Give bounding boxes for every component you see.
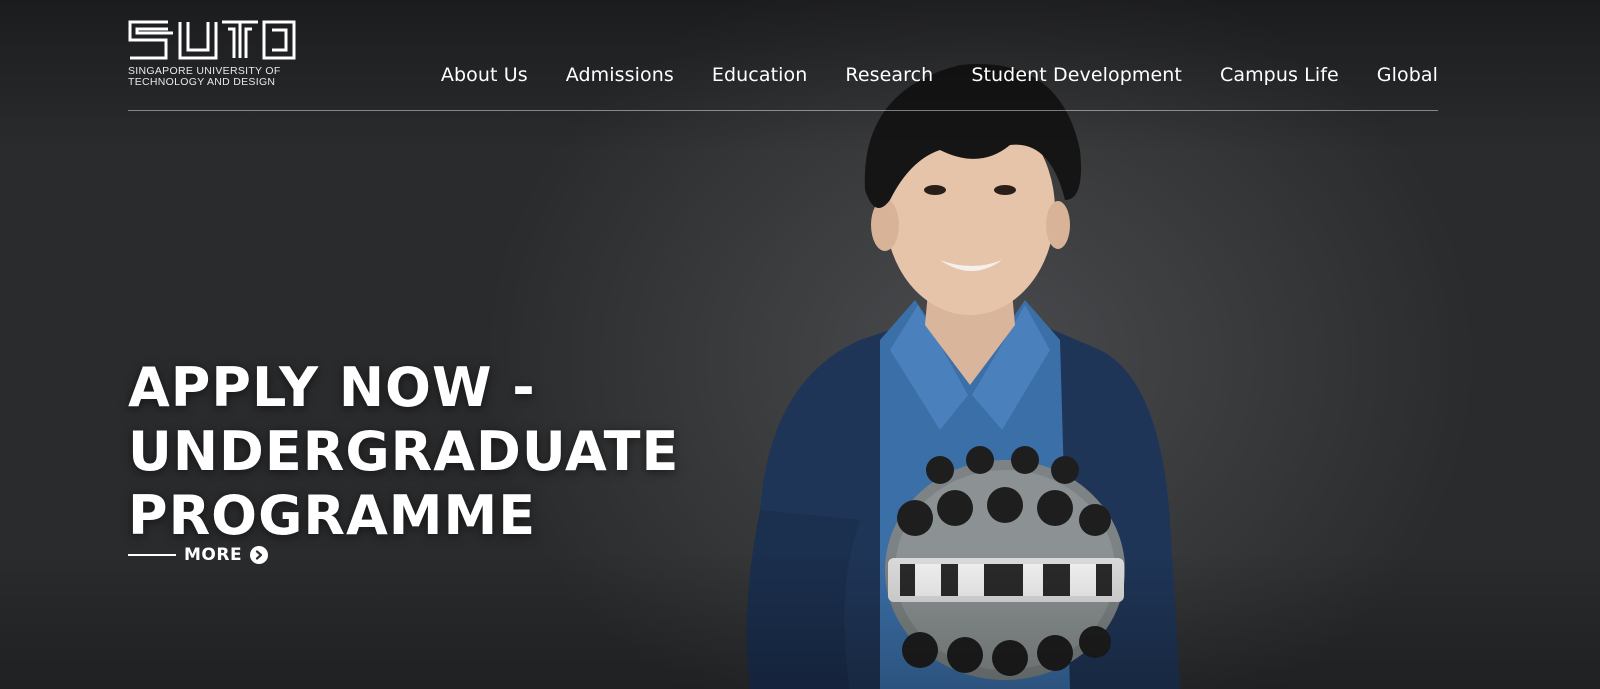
more-line	[128, 554, 176, 556]
hero-vignette	[0, 0, 1600, 689]
nav-item-about-us[interactable]: About Us	[441, 64, 528, 86]
headline-line-3: PROGRAMME	[128, 484, 537, 547]
sutd-logo[interactable]: SINGAPORE UNIVERSITY OF TECHNOLOGY AND D…	[128, 20, 300, 88]
chevron-circle-right-icon	[250, 546, 269, 564]
nav-item-admissions[interactable]: Admissions	[566, 64, 674, 86]
headline-line-1: APPLY NOW -	[128, 356, 536, 419]
logo-text: SINGAPORE UNIVERSITY OF TECHNOLOGY AND D…	[128, 66, 300, 88]
nav-divider	[128, 110, 1438, 111]
main-nav: About Us Admissions Education Research S…	[441, 64, 1438, 86]
hero-banner: SINGAPORE UNIVERSITY OF TECHNOLOGY AND D…	[0, 0, 1600, 689]
nav-item-campus-life[interactable]: Campus Life	[1220, 64, 1339, 86]
nav-item-education[interactable]: Education	[712, 64, 808, 86]
more-link[interactable]: MORE	[128, 545, 269, 565]
logo-line-2: TECHNOLOGY AND DESIGN	[128, 76, 276, 88]
nav-item-student-development[interactable]: Student Development	[971, 64, 1182, 86]
nav-item-research[interactable]: Research	[845, 64, 933, 86]
hero-headline: APPLY NOW - UNDERGRADUATE PROGRAMME	[128, 356, 728, 548]
sutd-logo-mark	[128, 20, 296, 60]
nav-item-global[interactable]: Global	[1377, 64, 1438, 86]
headline-line-2: UNDERGRADUATE	[128, 420, 680, 483]
more-label: MORE	[184, 545, 243, 565]
